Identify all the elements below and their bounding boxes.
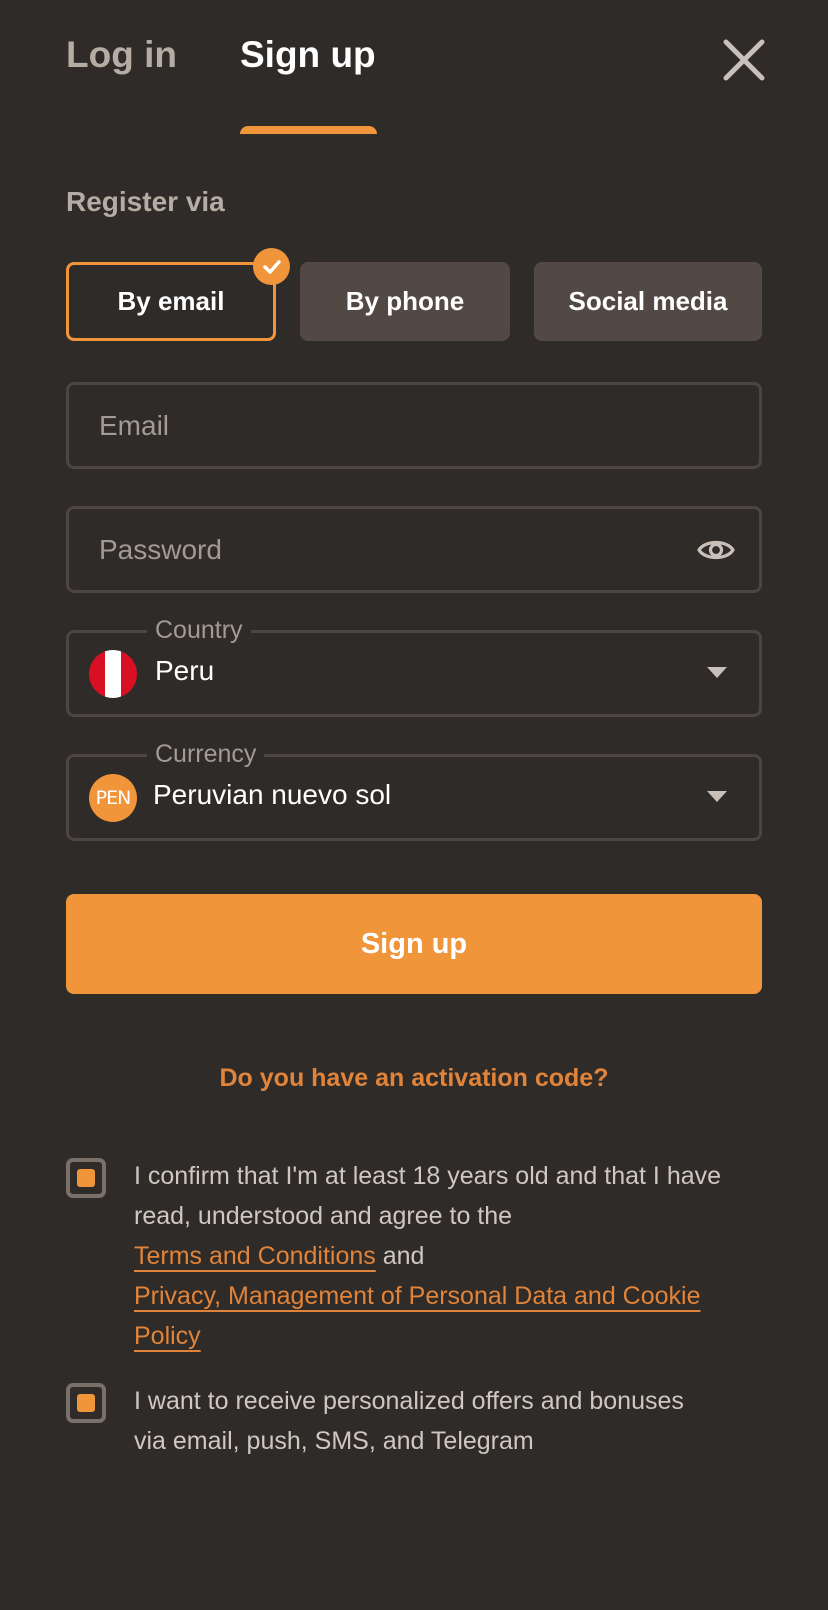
offers-consent-text: I want to receive personalized offers an… [134, 1387, 684, 1455]
tab-signup[interactable]: Sign up [240, 34, 376, 76]
by-phone-button[interactable]: By phone [300, 262, 510, 341]
offers-checkbox[interactable] [66, 1383, 106, 1423]
register-via-heading: Register via [66, 186, 225, 217]
email-field [66, 382, 762, 469]
currency-label: Currency [147, 739, 265, 769]
social-media-button[interactable]: Social media [534, 262, 762, 341]
privacy-link[interactable]: Privacy, Management of Personal Data and… [134, 1282, 701, 1310]
activation-code-link[interactable]: Do you have an activation code? [0, 1064, 828, 1093]
sign-up-button[interactable]: Sign up [66, 894, 762, 994]
chevron-down-icon [707, 667, 727, 678]
password-input[interactable] [99, 509, 659, 590]
active-tab-indicator [240, 126, 377, 134]
country-label: Country [147, 615, 251, 645]
country-select[interactable]: Country Peru [66, 615, 762, 717]
currency-value: Peruvian nuevo sol [153, 779, 392, 810]
close-icon[interactable] [722, 38, 766, 82]
password-field [66, 506, 762, 593]
privacy-link-cont[interactable]: Policy [134, 1322, 201, 1350]
currency-code-icon: PEN [89, 774, 137, 822]
eye-icon[interactable] [697, 533, 735, 567]
country-value: Peru [155, 655, 215, 686]
check-icon [253, 248, 290, 285]
peru-flag-icon [89, 650, 137, 698]
email-input[interactable] [99, 385, 659, 466]
signup-modal: Log in Sign up Register via By email By … [0, 0, 828, 1610]
chevron-down-icon [707, 791, 727, 802]
terms-checkbox[interactable] [66, 1158, 106, 1198]
currency-select[interactable]: Currency PEN Peruvian nuevo sol [66, 739, 762, 841]
by-email-button[interactable]: By email [66, 262, 276, 341]
terms-link[interactable]: Terms and Conditions [134, 1242, 376, 1270]
terms-consent-text: I confirm that I'm at least 18 years old… [134, 1162, 722, 1350]
tab-login[interactable]: Log in [66, 34, 177, 76]
